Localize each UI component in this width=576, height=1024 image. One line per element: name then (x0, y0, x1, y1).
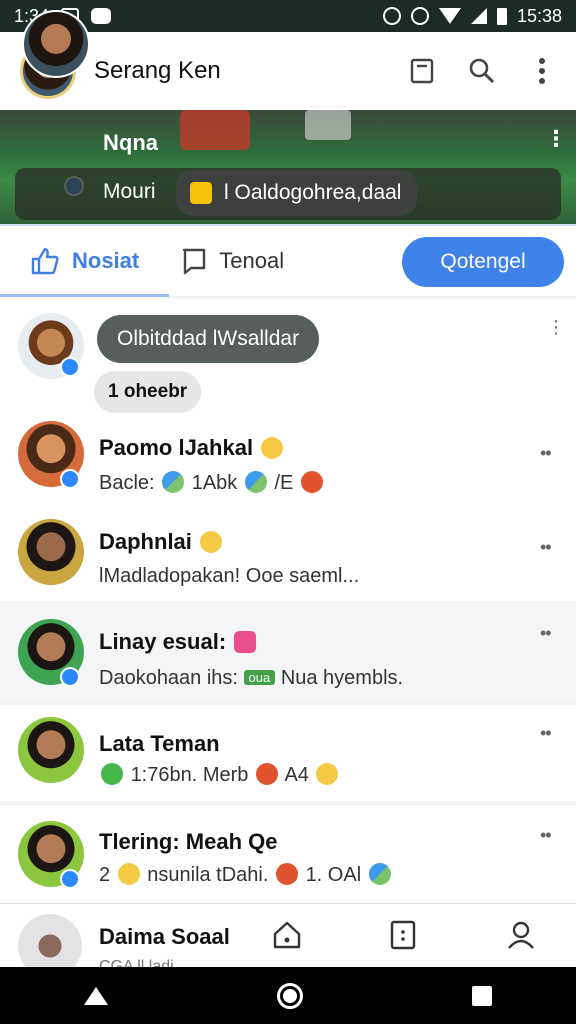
list-item[interactable]: Tlering: Meah Qe 2 nsunila tDahi. 1. OAl… (0, 805, 576, 903)
face-emoji-icon (276, 863, 298, 885)
group-header[interactable]: Olbitddad lWsalldar 1 oheebr ⋮ (0, 303, 576, 415)
conversation-list: Olbitddad lWsalldar 1 oheebr ⋮ Paomo lJa… (0, 303, 576, 903)
list-item[interactable]: Linay esual: Daokohaan ihs: oua Nua hyem… (0, 605, 576, 701)
primary-action-button[interactable]: Qotengel (402, 237, 564, 287)
emoji-icon (190, 182, 212, 204)
battery-icon (496, 7, 507, 25)
contact-avatar[interactable] (18, 717, 84, 783)
search-icon (469, 58, 495, 84)
banner-chip[interactable]: l Oaldogohrea,daal (176, 170, 418, 216)
list-item[interactable]: Paomo lJahkal Bacle: 1Abk /E •• (0, 415, 576, 511)
smile-emoji-icon (316, 763, 339, 785)
more-horizontal-icon[interactable]: •• (540, 723, 552, 744)
tab-tenoal[interactable]: Tenoal (169, 225, 314, 297)
home-button-icon[interactable] (276, 982, 303, 1009)
wifi-icon (438, 8, 461, 24)
like-icon (31, 247, 59, 275)
banner-avatar[interactable] (22, 10, 90, 78)
more-vertical-icon (539, 58, 545, 84)
more-horizontal-icon[interactable]: •• (540, 623, 552, 644)
tab-label: Tenoal (219, 248, 285, 273)
bottom-nav-label: Daima Soaal (99, 924, 230, 949)
cake-emoji-icon (234, 631, 257, 653)
contact-name: Tlering: Meah Qe (99, 829, 278, 854)
message-preview: 1:76bn. Merb A4 (99, 763, 340, 787)
more-horizontal-icon[interactable]: •• (540, 537, 552, 558)
vibrate-icon (410, 7, 429, 25)
contact-name: Paomo lJahkal (99, 435, 285, 461)
face-emoji-icon (255, 763, 278, 785)
contact-avatar[interactable] (18, 519, 84, 585)
bottom-navigation: Daima Soaal CGA ll ladi (0, 903, 576, 978)
message-preview: 2 nsunila tDahi. 1. OAl (99, 863, 393, 887)
balloon-emoji-icon (162, 471, 185, 493)
status-clock: 15:38 (516, 5, 562, 26)
contact-name: Linay esual: (99, 629, 258, 655)
verified-icon (60, 469, 80, 489)
system-navigation-bar (0, 967, 576, 1024)
banner-sub-label: Mouri (103, 180, 156, 203)
profile-nav-button[interactable] (504, 918, 538, 952)
more-options-button[interactable] (528, 57, 556, 85)
message-preview: Bacle: 1Abk /E (99, 471, 325, 495)
banner-photo-figure (180, 110, 250, 150)
home-nav-button[interactable] (270, 918, 304, 952)
document-icon (390, 920, 416, 950)
banner-chip-text: l Oaldogohrea,daal (224, 181, 402, 204)
tab-label: Nosiat (72, 248, 140, 273)
banner-more-icon[interactable]: ⋮ (545, 126, 567, 152)
check-emoji-icon (101, 763, 123, 785)
status-bar: 1:34 15:38 (0, 0, 576, 32)
home-icon (273, 921, 301, 949)
smile-emoji-icon (261, 437, 284, 459)
profile-icon (508, 921, 534, 949)
message-preview: lMadladopakan! Ooe saeml... (99, 565, 360, 587)
list-item[interactable]: Daphnlai lMadladopakan! Ooe saeml... •• (0, 511, 576, 601)
verified-icon (60, 869, 80, 889)
bookmark-icon (410, 58, 434, 84)
verified-icon (60, 667, 80, 687)
smile-emoji-icon (200, 531, 223, 553)
comment-icon (183, 248, 206, 275)
page-title: Serang Ken (94, 57, 221, 84)
document-nav-button[interactable] (386, 918, 420, 952)
car-emoji-icon (368, 863, 391, 885)
more-vertical-icon[interactable]: ⋮ (547, 317, 565, 338)
tag-badge: oua (243, 670, 276, 685)
group-title-pill[interactable]: Olbitddad lWsalldar (97, 315, 320, 363)
tab-bar: Nosiat Tenoal Qotengel (0, 224, 576, 297)
signal-icon (470, 8, 487, 24)
more-horizontal-icon[interactable]: •• (540, 825, 552, 846)
banner-name: Nqna (103, 130, 158, 155)
contact-name: Lata Teman (99, 731, 220, 756)
message-preview: Daokohaan ihs: oua Nua hyembls. (99, 667, 404, 689)
more-horizontal-icon[interactable]: •• (540, 443, 552, 464)
smile-emoji-icon (117, 863, 140, 885)
alarm-icon (382, 7, 401, 25)
tab-nosiat[interactable]: Nosiat (0, 225, 170, 297)
recent-apps-icon[interactable] (471, 985, 492, 1006)
banner-photo-figure (305, 110, 351, 140)
contact-name: Daphnlai (99, 529, 224, 555)
member-count-pill[interactable]: 1 oheebr (94, 371, 202, 413)
list-item[interactable]: Lata Teman 1:76bn. Merb A4 •• (0, 705, 576, 801)
search-button[interactable] (468, 57, 496, 85)
face-emoji-icon (300, 471, 323, 493)
notification-icon (91, 8, 112, 24)
bookmark-button[interactable] (408, 57, 436, 85)
back-icon[interactable] (84, 986, 109, 1005)
verified-icon (60, 357, 80, 377)
globe-emoji-icon (244, 471, 267, 493)
